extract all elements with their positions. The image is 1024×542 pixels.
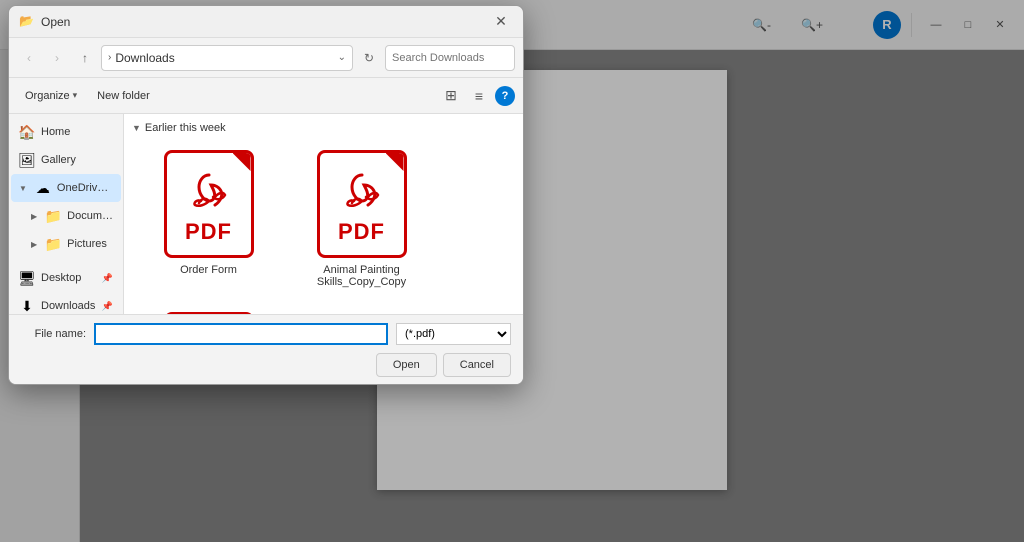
sidebar-pics-sub-label: Pictures: [67, 238, 107, 250]
filetype-select[interactable]: (*.pdf): [396, 323, 511, 345]
files-section-header: ▼ Earlier this week: [132, 122, 515, 134]
acrobat-icon-1: [184, 164, 234, 219]
sidebar-item-home[interactable]: 🏠 Home: [11, 118, 121, 146]
cancel-button[interactable]: Cancel: [443, 353, 511, 377]
sidebar-gallery-label: Gallery: [41, 154, 76, 166]
view-icon-button2[interactable]: ≡: [467, 84, 491, 108]
sidebar-item-onedrive[interactable]: ▼ ☁ OneDrive - Pers: [11, 174, 121, 202]
dialog-bottom-bar: File name: (*.pdf) Open Cancel: [9, 314, 523, 384]
dialog-folder-icon: 📂: [19, 14, 35, 30]
home-icon: 🏠: [19, 124, 35, 140]
expand-sub-icon: ▶: [31, 212, 37, 221]
pdf-label-1: PDF: [185, 219, 232, 245]
forward-button[interactable]: ›: [45, 46, 69, 70]
file-item-order-form[interactable]: PDF Order Form: [136, 142, 281, 296]
dialog-title: Open: [41, 15, 70, 29]
pdf-icon-body-1: PDF: [164, 150, 254, 258]
onedrive-icon: ☁: [35, 180, 51, 196]
pin-downloads-icon: 📌: [102, 301, 113, 312]
filename-input[interactable]: [94, 323, 388, 345]
open-button[interactable]: Open: [376, 353, 437, 377]
dialog-titlebar: 📂 Open ✕: [9, 6, 523, 38]
new-folder-label: New folder: [97, 90, 150, 102]
filename-label: File name:: [21, 328, 86, 340]
dialog-nav-bar: ‹ › ↑ › Downloads ⌄ ↻ 🔍: [9, 38, 523, 78]
sidebar-item-desktop[interactable]: 🖥 Desktop 📌: [11, 264, 121, 292]
sidebar: 🏠 Home 🖼 Gallery ▼ ☁ OneDrive - Pers ▶ 📁…: [9, 114, 124, 314]
pdf-icon-body-2: PDF: [317, 150, 407, 258]
docs-sub-icon: 📁: [45, 208, 61, 224]
pin-desktop-icon: 📌: [102, 273, 113, 284]
pics-sub-icon: 📁: [45, 236, 61, 252]
dialog-content: 🏠 Home 🖼 Gallery ▼ ☁ OneDrive - Pers ▶ 📁…: [9, 114, 523, 314]
organize-button[interactable]: Organize ▾: [17, 84, 85, 108]
sidebar-downloads-label: Downloads: [41, 300, 95, 312]
refresh-button[interactable]: ↻: [357, 46, 381, 70]
files-grid: PDF Order Form PDF: [132, 142, 515, 296]
sidebar-desktop-label: Desktop: [41, 272, 81, 284]
dialog-toolbar: Organize ▾ New folder ⊞ ≡ ?: [9, 78, 523, 114]
file-name-2: Animal Painting Skills_Copy_Copy: [297, 264, 427, 288]
sidebar-item-downloads[interactable]: ⬇ Downloads 📌: [11, 292, 121, 314]
sidebar-onedrive-label: OneDrive - Pers: [57, 182, 113, 194]
sidebar-item-documents-sub[interactable]: ▶ 📁 Documents: [11, 202, 121, 230]
files-area: ▼ Earlier this week: [124, 114, 523, 314]
new-folder-button[interactable]: New folder: [89, 84, 158, 108]
dialog-close-button[interactable]: ✕: [489, 10, 513, 34]
organize-dropdown-icon: ▾: [73, 90, 78, 101]
sidebar-home-label: Home: [41, 126, 70, 138]
nav-arrow-icon: ›: [108, 52, 111, 63]
file-item-animal-painting[interactable]: PDF Animal Painting Skills_Copy_Copy: [289, 142, 434, 296]
organize-label: Organize: [25, 90, 70, 102]
search-box[interactable]: 🔍: [385, 45, 515, 71]
search-input[interactable]: [392, 52, 524, 64]
help-button[interactable]: ?: [495, 86, 515, 106]
dropdown-arrow-icon: ⌄: [338, 52, 346, 63]
dialog-actions: Open Cancel: [21, 353, 511, 377]
desktop-icon: 🖥: [19, 270, 35, 286]
file-item-partial[interactable]: [136, 304, 281, 314]
partial-files-row: [132, 304, 515, 314]
downloads-icon: ⬇: [19, 298, 35, 314]
sidebar-item-pictures-sub[interactable]: ▶ 📁 Pictures: [11, 230, 121, 258]
view-icon-button1[interactable]: ⊞: [439, 84, 463, 108]
section-label: Earlier this week: [145, 122, 226, 134]
address-bar[interactable]: › Downloads ⌄: [101, 45, 353, 71]
expand-pics-icon: ▶: [31, 240, 37, 249]
filename-row: File name: (*.pdf): [21, 323, 511, 345]
acrobat-icon-2: [337, 164, 387, 219]
up-button[interactable]: ↑: [73, 46, 97, 70]
pdf-label-2: PDF: [338, 219, 385, 245]
gallery-icon: 🖼: [19, 152, 35, 168]
current-location: Downloads: [115, 51, 333, 65]
back-button[interactable]: ‹: [17, 46, 41, 70]
pdf-icon-partial: [164, 312, 254, 314]
section-collapse-icon[interactable]: ▼: [132, 123, 141, 133]
open-file-dialog: 📂 Open ✕ ‹ › ↑ › Downloads ⌄ ↻ 🔍 Organiz…: [8, 5, 524, 385]
sidebar-docs-sub-label: Documents: [67, 210, 113, 222]
expand-icon: ▼: [19, 184, 27, 193]
file-name-1: Order Form: [180, 264, 237, 276]
sidebar-item-gallery[interactable]: 🖼 Gallery: [11, 146, 121, 174]
